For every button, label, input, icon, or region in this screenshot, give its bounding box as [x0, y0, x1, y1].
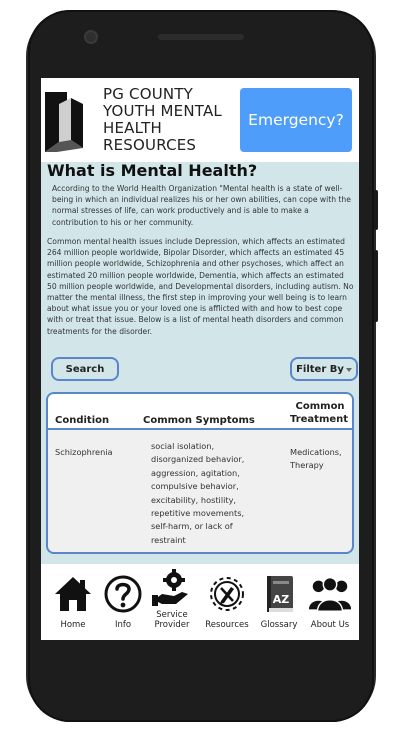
resources-gear-icon [210, 577, 244, 611]
symptom-line: excitability, hostility, [151, 494, 237, 505]
filter-by-dropdown[interactable]: Filter By [290, 357, 358, 381]
header-common-symptoms: Common Symptoms [143, 415, 255, 426]
app-screen: PG COUNTY YOUTH MENTAL HEALTH RESOURCES … [41, 78, 359, 640]
nav-about-us-label: About Us [310, 620, 350, 630]
nav-label-line: Service [156, 610, 188, 620]
search-button[interactable]: Search [51, 357, 119, 381]
question-icon [104, 575, 142, 613]
glossary-book-icon: AZ [267, 576, 293, 612]
header-condition: Condition [55, 415, 110, 426]
nav-resources[interactable]: Resources [200, 564, 254, 640]
nav-home[interactable]: Home [45, 564, 101, 640]
svg-text:AZ: AZ [273, 593, 290, 606]
chevron-down-icon [345, 368, 352, 372]
nav-glossary[interactable]: AZ Glossary [254, 564, 304, 640]
volume-button [374, 190, 378, 230]
bottom-navigation: Home Info Service Provider Resources AZ … [41, 564, 359, 640]
filter-by-label: Filter By [296, 363, 344, 375]
org-name-line: PG COUNTY [103, 85, 194, 103]
intro-paragraph: Common mental health issues include Depr… [47, 237, 354, 336]
nav-service-provider[interactable]: Service Provider [145, 564, 199, 640]
org-name-line: YOUTH MENTAL [103, 102, 222, 120]
emergency-button[interactable]: Emergency? [240, 88, 352, 152]
symptom-line: repetitive movements, [151, 508, 245, 519]
nav-info-label: Info [114, 620, 132, 630]
speaker-grille [158, 34, 244, 40]
main-content: What is Mental Health? According to the … [41, 161, 359, 564]
cell-condition: Schizophrenia [55, 447, 113, 457]
cell-treatment: Medications, Therapy [290, 446, 342, 473]
symptom-line: aggression, agitation, [151, 467, 240, 478]
power-button [374, 250, 378, 322]
symptom-line: disorganized behavior, [151, 454, 245, 465]
nav-info[interactable]: Info [98, 564, 148, 640]
header-common-treatment: Common Treatment [290, 400, 348, 426]
org-name-line: RESOURCES [103, 136, 197, 154]
symptom-line: compulsive behavior, [151, 481, 239, 492]
nav-home-label: Home [60, 620, 86, 630]
nav-about-us[interactable]: About Us [303, 564, 357, 640]
who-quote: According to the World Health Organizati… [52, 184, 351, 227]
table-header-row: Condition Common Symptoms Common Treatme… [48, 394, 352, 430]
nav-label-line: Provider [154, 620, 190, 630]
people-icon [308, 576, 352, 612]
treatment-line: Therapy [290, 460, 324, 471]
nav-glossary-label: Glossary [260, 620, 298, 630]
org-name-line: HEALTH [103, 119, 162, 137]
header-treatment-line: Common [295, 401, 345, 412]
page-title: What is Mental Health? [47, 161, 258, 180]
conditions-table: Condition Common Symptoms Common Treatme… [46, 392, 354, 554]
app-header: PG COUNTY YOUTH MENTAL HEALTH RESOURCES … [41, 78, 359, 162]
front-camera [86, 32, 96, 42]
header-treatment-line: Treatment [290, 414, 349, 425]
cell-symptoms: social isolation, disorganized behavior,… [151, 440, 244, 547]
organization-name: PG COUNTY YOUTH MENTAL HEALTH RESOURCES [103, 86, 243, 154]
nav-resources-label: Resources [205, 620, 249, 630]
county-logo-icon [45, 92, 83, 152]
symptom-line: social isolation, [151, 441, 215, 451]
nav-service-provider-label: Service Provider [155, 610, 190, 630]
home-icon [55, 577, 91, 611]
treatment-line: Medications, [290, 447, 342, 457]
service-provider-icon [152, 569, 188, 606]
search-button-label: Search [65, 363, 105, 375]
symptom-line: self-harm, or lack of [151, 521, 233, 532]
symptom-line: restraint [151, 534, 186, 545]
